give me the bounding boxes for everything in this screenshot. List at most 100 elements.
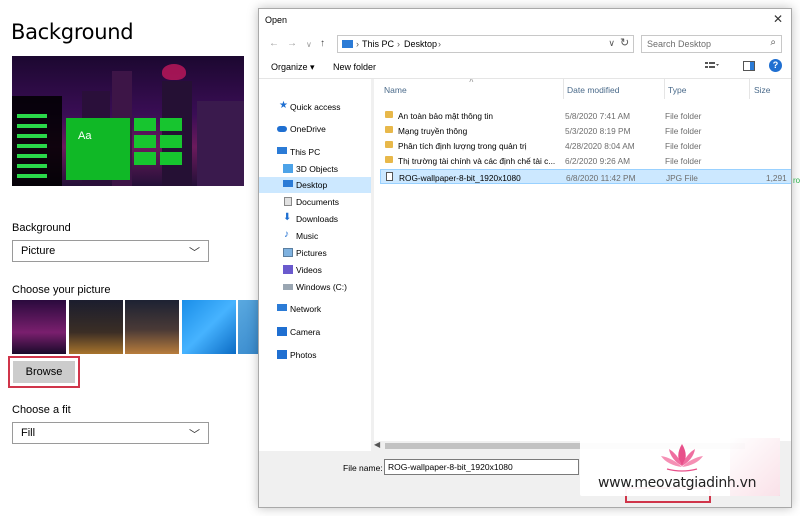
preview-pane-icon[interactable] — [743, 61, 755, 71]
fit-label: Choose a fit — [12, 404, 71, 416]
back-arrow-icon[interactable]: ← — [269, 38, 279, 49]
organize-button[interactable]: Organize ▾ — [271, 62, 315, 73]
search-icon: ⌕ — [770, 37, 776, 48]
thumbnail-city-dusk[interactable] — [125, 300, 179, 354]
nav-item-windows-c[interactable]: Windows (C:) — [259, 279, 371, 295]
nav-item-photos[interactable]: Photos — [259, 347, 371, 363]
choose-picture-label: Choose your picture — [12, 284, 111, 296]
view-options-icon[interactable] — [705, 61, 719, 71]
nav-item-label: Pictures — [296, 248, 327, 258]
nav-item-onedrive[interactable]: OneDrive — [259, 121, 371, 137]
browse-highlight: Browse — [8, 356, 80, 388]
file-name: ROG-wallpaper-8-bit_1920x1080 — [399, 173, 521, 183]
nav-item-music[interactable]: ♪ Music — [259, 228, 371, 244]
thumbnail-windows-blue[interactable] — [182, 300, 236, 354]
chevron-down-icon[interactable]: ∨ — [608, 38, 615, 49]
breadcrumb-separator: › — [397, 39, 400, 49]
cube-icon — [283, 164, 293, 173]
music-icon: ♪ — [284, 229, 289, 240]
thumbnail-rog[interactable] — [12, 300, 66, 354]
page-title: Background — [11, 20, 134, 44]
file-row[interactable]: An toàn bảo mật thông tin 5/8/2020 7:41 … — [380, 108, 791, 123]
address-bar-row: ← → ∨ ↑ › This PC › Desktop › ∨ ↻ Search… — [259, 33, 791, 55]
column-divider[interactable] — [749, 79, 750, 99]
thumbnail-city-night[interactable] — [69, 300, 123, 354]
column-divider[interactable] — [664, 79, 665, 99]
column-header-date-modified[interactable]: Date modified — [567, 79, 619, 99]
this-pc-icon — [342, 40, 353, 48]
file-name-label: File name: — [343, 463, 383, 473]
background-preview: Aa — [12, 56, 244, 186]
fit-select-value: Fill — [21, 427, 36, 439]
nav-item-desktop[interactable]: Desktop — [259, 177, 371, 193]
file-name: Thị trường tài chính và các định chế tài… — [398, 156, 556, 166]
preview-start-list — [12, 96, 62, 186]
fit-select[interactable]: Fill ﹀ — [12, 422, 209, 444]
preview-tile: Aa — [66, 118, 130, 180]
search-input[interactable]: Search Desktop ⌕ — [641, 35, 782, 53]
watermark-site: www.meovatgiadinh.vn — [598, 475, 757, 491]
navigation-pane: ★ Quick access OneDrive This PC 3D Objec… — [259, 79, 371, 449]
open-dialog: Open ✕ ← → ∨ ↑ › This PC › Desktop › ∨ ↻… — [258, 8, 792, 508]
picture-thumbnails — [12, 300, 262, 355]
forward-arrow-icon[interactable]: → — [287, 38, 297, 49]
camera-icon — [277, 327, 287, 336]
nav-item-network[interactable]: Network — [259, 301, 371, 317]
nav-item-label: Quick access — [290, 102, 341, 112]
refresh-icon[interactable]: ↻ — [620, 36, 629, 49]
file-row[interactable]: Mạng truyền thông 5/3/2020 8:19 PM File … — [380, 123, 791, 138]
nav-item-label: Camera — [290, 327, 321, 337]
column-header-size[interactable]: Size — [754, 79, 771, 99]
nav-item-documents[interactable]: Documents — [259, 194, 371, 210]
new-folder-button[interactable]: New folder — [333, 62, 376, 72]
nav-item-quick-access[interactable]: ★ Quick access — [259, 99, 371, 115]
settings-page: Background Aa Background Picture ﹀ Choos… — [0, 0, 262, 516]
file-date: 5/8/2020 7:41 AM — [565, 111, 631, 121]
nav-item-camera[interactable]: Camera — [259, 324, 371, 340]
address-bar[interactable]: › This PC › Desktop › ∨ — [337, 35, 634, 53]
recent-locations-icon[interactable]: ∨ — [306, 40, 312, 49]
browse-button[interactable]: Browse — [13, 361, 75, 383]
dialog-toolbar: Organize ▾ New folder ? — [259, 57, 791, 77]
nav-item-label: Network — [290, 304, 322, 314]
nav-item-downloads[interactable]: ⬇ Downloads — [259, 211, 371, 227]
column-header-name[interactable]: Name — [384, 79, 407, 99]
file-date: 6/2/2020 9:26 AM — [565, 156, 631, 166]
up-arrow-icon[interactable]: ↑ — [320, 38, 325, 49]
folder-icon — [385, 111, 393, 118]
nav-item-this-pc[interactable]: This PC — [259, 144, 371, 160]
navigation-scrollbar[interactable] — [371, 79, 374, 449]
nav-item-videos[interactable]: Videos — [259, 262, 371, 278]
column-divider[interactable] — [563, 79, 564, 99]
drive-icon — [283, 284, 293, 290]
file-row-selected[interactable]: ROG-wallpaper-8-bit_1920x1080 6/8/2020 1… — [380, 169, 791, 184]
column-header-type[interactable]: Type — [668, 79, 686, 99]
file-type: File folder — [665, 156, 702, 166]
nav-item-label: Photos — [290, 350, 317, 360]
nav-item-pictures[interactable]: Pictures — [259, 245, 371, 261]
close-icon[interactable]: ✕ — [773, 12, 783, 26]
sort-up-icon: ˄ — [469, 79, 474, 85]
breadcrumb-desktop[interactable]: Desktop — [404, 39, 437, 49]
file-type: File folder — [665, 111, 702, 121]
scroll-left-icon[interactable]: ◀ — [374, 440, 380, 449]
file-type: JPG File — [666, 173, 698, 183]
nav-item-3d-objects[interactable]: 3D Objects — [259, 161, 371, 177]
chevron-down-icon: ﹀ — [189, 247, 200, 259]
folder-icon — [385, 156, 393, 163]
help-icon[interactable]: ? — [769, 59, 782, 72]
file-name-input[interactable]: ROG-wallpaper-8-bit_1920x1080 — [384, 459, 579, 475]
image-file-icon — [386, 172, 393, 181]
download-icon: ⬇ — [283, 212, 292, 223]
file-row[interactable]: Phân tích định lượng trong quản trị 4/28… — [380, 138, 791, 153]
file-row[interactable]: Thị trường tài chính và các định chế tài… — [380, 153, 791, 168]
background-select-value: Picture — [21, 245, 56, 257]
background-select[interactable]: Picture ﹀ — [12, 240, 209, 262]
file-type: File folder — [665, 141, 702, 151]
folder-icon — [385, 141, 393, 148]
preview-building — [197, 101, 244, 186]
nav-item-label: OneDrive — [290, 124, 326, 134]
breadcrumb-separator: › — [356, 39, 359, 49]
folder-icon — [385, 126, 393, 133]
breadcrumb-this-pc[interactable]: This PC — [362, 39, 394, 49]
